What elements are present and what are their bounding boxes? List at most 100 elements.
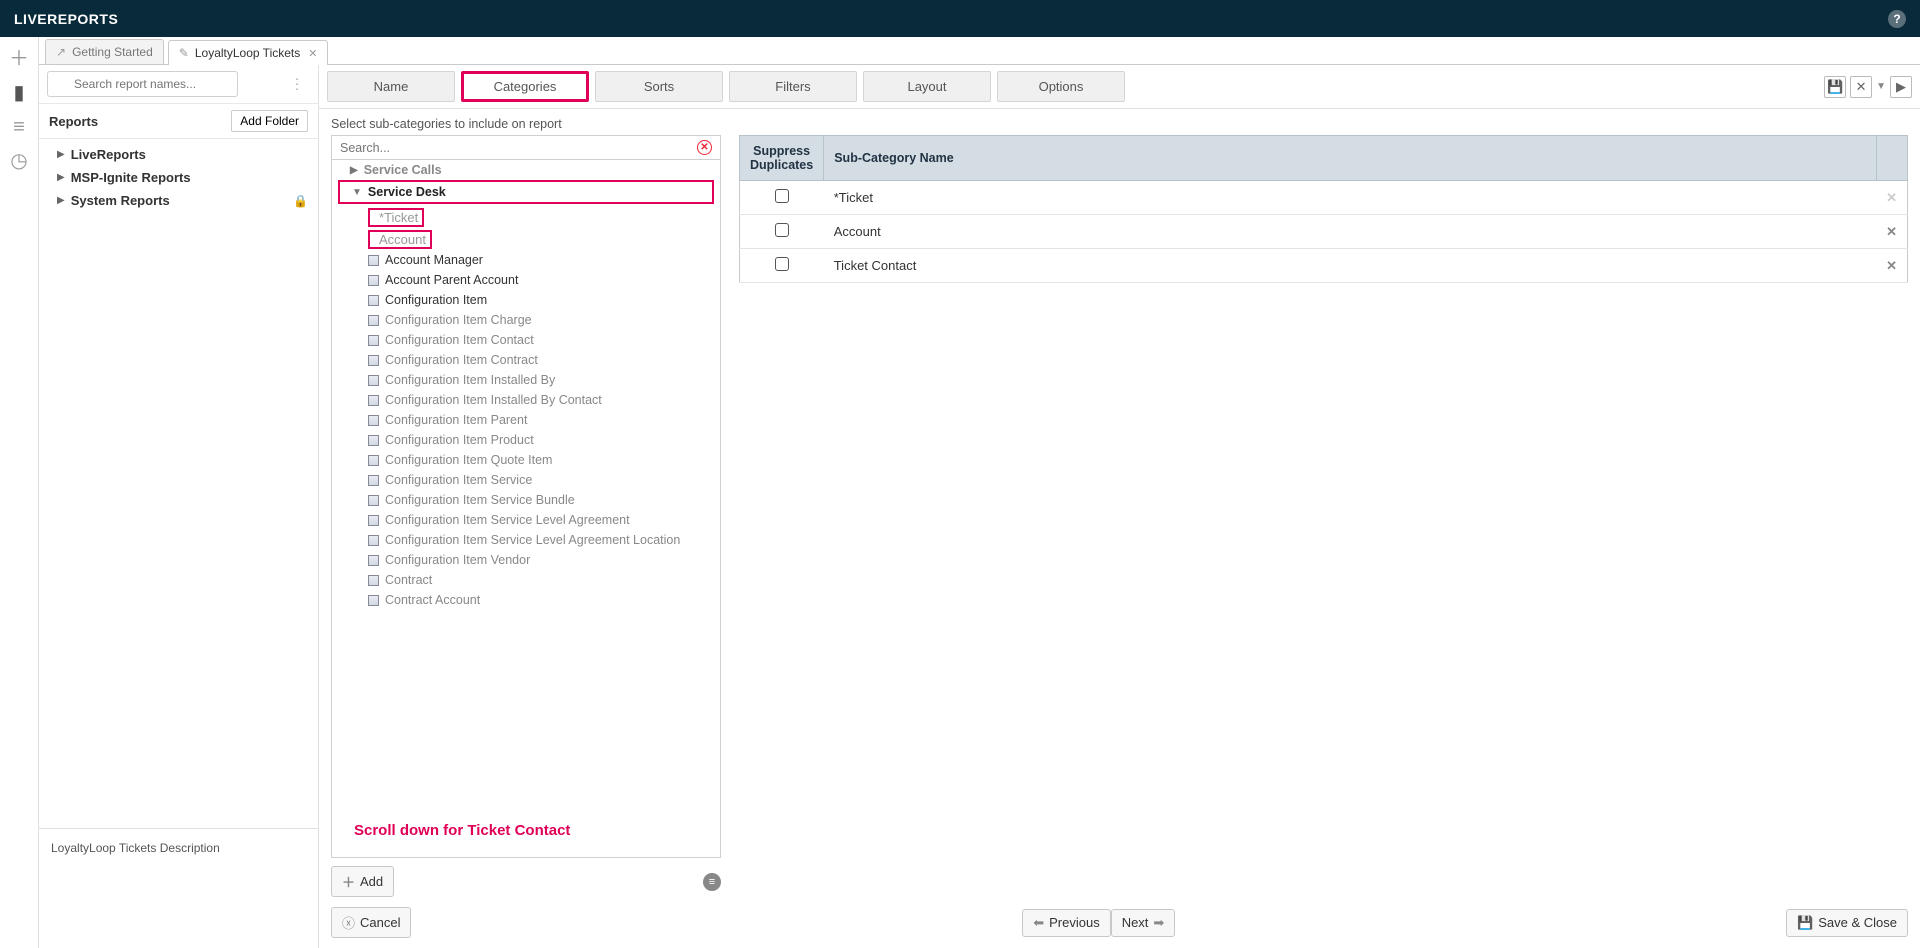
- config-tab-name[interactable]: Name: [327, 71, 455, 102]
- tree-item[interactable]: Configuration Item Installed By Contact: [332, 390, 720, 410]
- category-icon: [368, 275, 379, 286]
- tree-item[interactable]: Configuration Item Vendor: [332, 550, 720, 570]
- tree-item-label: Configuration Item Charge: [385, 313, 532, 327]
- left-panel: 🔍 ⋮ Reports Add Folder ▶ LiveReports ▶: [39, 65, 319, 948]
- tree-item[interactable]: Configuration Item Service Bundle: [332, 490, 720, 510]
- tree-item-label[interactable]: *Ticket: [379, 210, 418, 225]
- tree-item[interactable]: Configuration Item Contract: [332, 350, 720, 370]
- help-icon[interactable]: ?: [1888, 10, 1906, 28]
- category-icon: [368, 295, 379, 306]
- tree-item-label: Configuration Item Service: [385, 473, 532, 487]
- tree-item-label: Contract: [385, 573, 432, 587]
- save-icon[interactable]: 💾: [1824, 76, 1846, 98]
- tree-item-label: Configuration Item Installed By Contact: [385, 393, 602, 407]
- save-close-button[interactable]: 💾 Save & Close: [1786, 909, 1908, 937]
- tree-item-label: Configuration Item Service Level Agreeme…: [385, 513, 630, 527]
- highlight-tree-item: *Ticket: [368, 208, 424, 227]
- chevron-down-icon[interactable]: ▼: [1876, 81, 1886, 92]
- add-folder-button[interactable]: Add Folder: [231, 110, 308, 132]
- table-row: Account✕: [740, 215, 1908, 249]
- clear-search-icon[interactable]: ✕: [697, 140, 712, 155]
- tree-item-label[interactable]: Account: [379, 232, 426, 247]
- folder-system-reports[interactable]: ▶ System Reports 🔒: [39, 189, 318, 212]
- config-tab-categories[interactable]: Categories: [461, 71, 589, 102]
- more-icon[interactable]: ⋮: [290, 76, 304, 93]
- right-panel: Name Categories Sorts Filters Layout Opt…: [319, 65, 1920, 948]
- tree-item[interactable]: Account Manager: [332, 250, 720, 270]
- tree-scroll[interactable]: ▶ Service Calls ▼ Service Desk *Ticket Ac…: [331, 160, 721, 858]
- cancel-icon: ⓧ: [342, 913, 355, 932]
- folder-msp-ignite[interactable]: ▶ MSP-Ignite Reports: [39, 166, 318, 189]
- tree-item[interactable]: Configuration Item Service: [332, 470, 720, 490]
- category-icon: [368, 255, 379, 266]
- tree-item[interactable]: Configuration Item Quote Item: [332, 450, 720, 470]
- footer-bar: ⓧ Cancel ⬅ Previous Next ➡ 💾: [319, 897, 1920, 948]
- suppress-checkbox[interactable]: [775, 257, 789, 271]
- subcategory-name: *Ticket: [824, 181, 1876, 215]
- table-row: *Ticket✕: [740, 181, 1908, 215]
- category-icon: [368, 575, 379, 586]
- export-x-icon[interactable]: ✕: [1850, 76, 1872, 98]
- lock-icon: 🔒: [293, 194, 308, 208]
- report-search-input[interactable]: [47, 71, 238, 97]
- tree-item-label: Configuration Item Parent: [385, 413, 527, 427]
- tree-item-label: Configuration Item Service Level Agreeme…: [385, 533, 680, 547]
- tree-group-service-desk[interactable]: ▼ Service Desk: [340, 182, 712, 202]
- subcategory-name: Ticket Contact: [824, 249, 1876, 283]
- close-icon[interactable]: ✕: [308, 47, 317, 60]
- category-tree-panel: ✕ ▶ Service Calls ▼ Service Desk: [331, 135, 721, 897]
- tree-item[interactable]: Contract Account: [332, 590, 720, 610]
- chevron-right-icon: ▶: [57, 195, 65, 206]
- category-icon: [368, 435, 379, 446]
- tree-item[interactable]: Configuration Item Charge: [332, 310, 720, 330]
- list-icon[interactable]: ≡: [703, 873, 721, 891]
- chevron-right-icon: ▶: [57, 149, 65, 160]
- tree-item-label: Account Parent Account: [385, 273, 518, 287]
- tree-item[interactable]: Configuration Item Service Level Agreeme…: [332, 510, 720, 530]
- tree-item-label: Configuration Item Product: [385, 433, 534, 447]
- category-icon: [368, 455, 379, 466]
- scroll-hint-annotation: Scroll down for Ticket Contact: [354, 822, 570, 839]
- remove-row-icon[interactable]: ✕: [1876, 215, 1907, 249]
- next-button[interactable]: Next ➡: [1111, 909, 1176, 937]
- add-button[interactable]: ＋ Add: [331, 866, 394, 897]
- database-icon[interactable]: ≡: [13, 117, 25, 137]
- tab-label: LoyaltyLoop Tickets: [195, 46, 300, 60]
- reports-title: Reports: [49, 114, 98, 129]
- cancel-button[interactable]: ⓧ Cancel: [331, 907, 411, 938]
- config-tab-sorts[interactable]: Sorts: [595, 71, 723, 102]
- tree-item[interactable]: Configuration Item Contact: [332, 330, 720, 350]
- tree-item[interactable]: Configuration Item Installed By: [332, 370, 720, 390]
- folder-livereports[interactable]: ▶ LiveReports: [39, 143, 318, 166]
- col-remove: [1876, 136, 1907, 181]
- remove-row-icon[interactable]: ✕: [1876, 249, 1907, 283]
- selected-subcategories-table: Suppress Duplicates Sub-Category Name *T…: [739, 135, 1908, 283]
- tree-item[interactable]: Configuration Item Product: [332, 430, 720, 450]
- tree-item[interactable]: Contract: [332, 570, 720, 590]
- tab-label: Getting Started: [72, 45, 153, 59]
- previous-button[interactable]: ⬅ Previous: [1022, 909, 1110, 937]
- config-tab-options[interactable]: Options: [997, 71, 1125, 102]
- category-icon: [368, 415, 379, 426]
- tree-item-label: Configuration Item Installed By: [385, 373, 555, 387]
- suppress-checkbox[interactable]: [775, 189, 789, 203]
- category-icon: [368, 495, 379, 506]
- tree-item[interactable]: Configuration Item Service Level Agreeme…: [332, 530, 720, 550]
- tree-search-input[interactable]: [340, 141, 697, 155]
- tab-loyaltyloop-tickets[interactable]: ✎ LoyaltyLoop Tickets ✕: [168, 40, 329, 65]
- tree-item[interactable]: Configuration Item Parent: [332, 410, 720, 430]
- tab-getting-started[interactable]: ↗ Getting Started: [45, 39, 164, 64]
- plus-icon[interactable]: ＋: [9, 49, 29, 69]
- config-tab-layout[interactable]: Layout: [863, 71, 991, 102]
- suppress-checkbox[interactable]: [775, 223, 789, 237]
- clock-icon[interactable]: ◷: [10, 151, 27, 171]
- tree-item[interactable]: Configuration Item: [332, 290, 720, 310]
- document-icon[interactable]: ▮: [13, 83, 24, 103]
- tree-item[interactable]: Account Parent Account: [332, 270, 720, 290]
- tree-group-service-calls[interactable]: ▶ Service Calls: [332, 160, 720, 180]
- config-tab-filters[interactable]: Filters: [729, 71, 857, 102]
- run-icon[interactable]: ▶: [1890, 76, 1912, 98]
- category-icon: [368, 515, 379, 526]
- category-icon: [368, 475, 379, 486]
- category-icon: [368, 555, 379, 566]
